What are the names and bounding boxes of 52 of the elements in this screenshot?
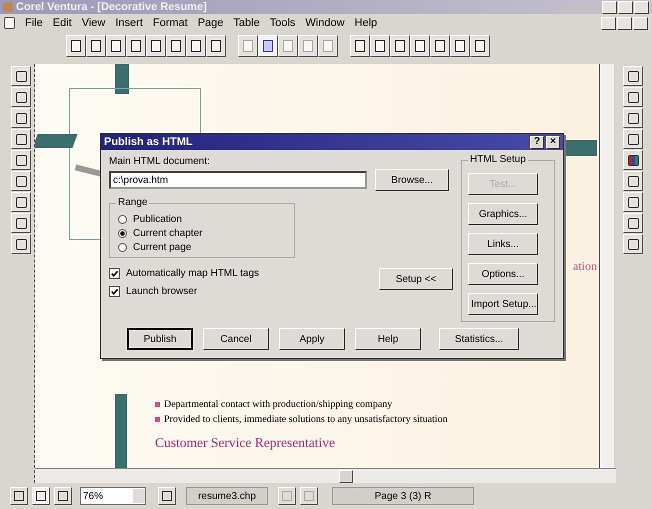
heading-text: ation	[573, 259, 597, 274]
browse-button[interactable]: Browse...	[375, 169, 449, 191]
checkbox[interactable]	[109, 268, 120, 279]
group-label: HTML Setup	[468, 154, 528, 165]
menu-item[interactable]: Format	[152, 17, 188, 29]
checkbox-label: Automatically map HTML tags	[126, 268, 260, 279]
checkbox[interactable]	[109, 286, 120, 297]
menu-item[interactable]: Tools	[270, 17, 296, 29]
dialog-button[interactable]: Apply	[279, 328, 345, 350]
decorative-bar	[35, 134, 78, 148]
group-label: Range	[116, 197, 150, 208]
decorative-bar	[115, 64, 129, 94]
menu-item[interactable]: Insert	[115, 17, 143, 29]
page-indicator: Page 3 (3) R	[332, 487, 474, 505]
setup-option-button[interactable]: Options...	[468, 263, 538, 285]
setup-option-button[interactable]: Links...	[468, 233, 538, 255]
setup-button[interactable]: Setup <<	[379, 268, 453, 290]
setup-option-button[interactable]: Import Setup...	[468, 293, 538, 315]
radio-label: Current page	[133, 242, 192, 253]
checkbox-label: Launch browser	[126, 286, 198, 297]
menu-item[interactable]: File	[25, 17, 43, 29]
menu-item[interactable]: Help	[354, 17, 378, 29]
bullet-text: Departmental contact with production/shipping company	[164, 399, 392, 410]
close-button[interactable]: ×	[546, 136, 560, 148]
zoom-dropdown[interactable]: 76%	[80, 487, 146, 505]
radio-label: Publication	[133, 214, 182, 225]
radio-button[interactable]	[118, 229, 127, 238]
document-field[interactable]: c:\prova.htm	[109, 171, 367, 189]
dialog-button[interactable]: Statistics...	[439, 328, 519, 350]
horizontal-scrollbar[interactable]	[35, 468, 616, 483]
radio-label: Current chapter	[133, 228, 202, 239]
radio-button[interactable]	[118, 215, 127, 224]
menu-item[interactable]: View	[82, 17, 106, 29]
setup-option-button[interactable]: Graphics...	[468, 203, 538, 225]
heading-text: Customer Service Representative	[155, 435, 336, 451]
dialog-button[interactable]: Cancel	[203, 328, 269, 350]
help-button[interactable]: ?	[530, 136, 544, 148]
menu-item[interactable]: Window	[305, 17, 345, 29]
window-title: Corel Ventura - [Decorative Resume]	[16, 1, 207, 13]
bullet-icon	[155, 402, 160, 407]
radio-button[interactable]	[118, 243, 127, 252]
field-label: Main HTML document:	[109, 156, 211, 167]
vertical-scrollbar[interactable]	[599, 64, 614, 468]
file-name: resume3.chp	[186, 487, 268, 505]
bullet-text: Provided to clients, immediate solutions to any unsatisfactory situation	[164, 414, 448, 425]
dialog-title: Publish as HTML	[104, 136, 193, 148]
dialog-button[interactable]: Help	[355, 328, 421, 350]
bullet-icon	[155, 417, 160, 422]
menu-item[interactable]: Table	[233, 17, 260, 29]
menu-item[interactable]: Edit	[52, 17, 72, 29]
dialog-button[interactable]: Publish	[127, 328, 193, 350]
menu-item[interactable]: Page	[198, 17, 224, 29]
